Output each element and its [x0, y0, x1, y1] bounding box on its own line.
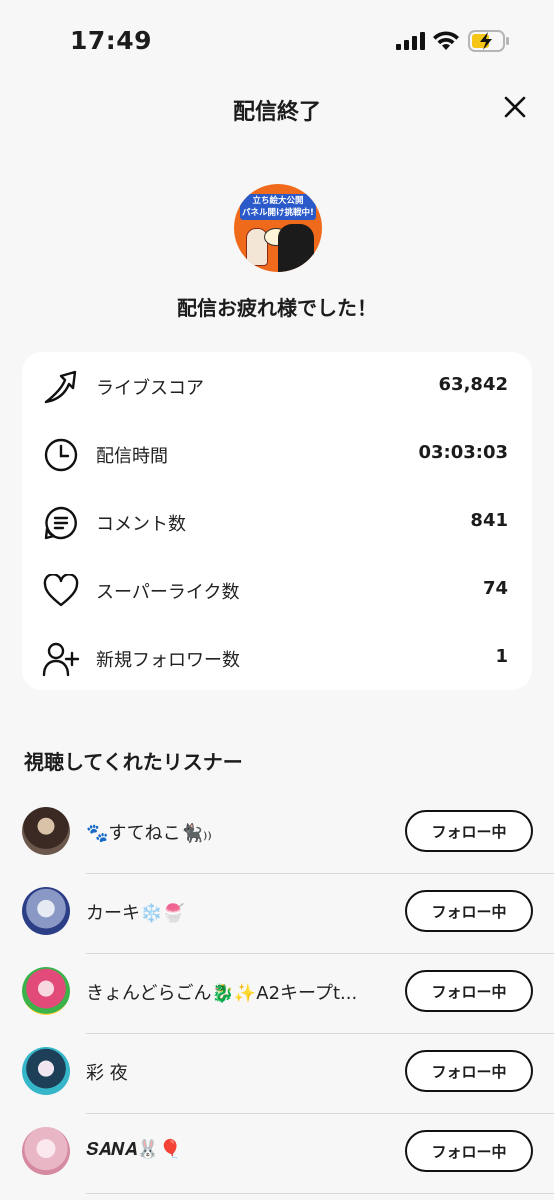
stat-row-stream-time: 配信時間 03:03:03 — [22, 420, 532, 488]
clock-icon — [42, 436, 80, 474]
stat-value: 1 — [495, 646, 508, 667]
status-time: 17:49 — [70, 26, 153, 55]
following-button[interactable]: フォロー中 — [405, 970, 533, 1012]
thumbnail-text-line1: 立ち絵大公開 — [252, 196, 304, 206]
avatar[interactable] — [22, 967, 70, 1015]
comment-icon — [42, 504, 80, 542]
stat-row-super-likes: スーパーライク数 74 — [22, 556, 532, 624]
listener-row[interactable]: 🐾すてねこ🐈‍⬛₎₎ フォロー中 — [0, 794, 554, 874]
thumbnail-silhouette — [278, 224, 314, 272]
heart-icon — [42, 572, 80, 610]
stat-label: スーパーライク数 — [96, 582, 240, 603]
listener-row[interactable]: きょんどらごん🐉✨A2キープt... フォロー中 — [0, 954, 554, 1034]
avatar[interactable] — [22, 1047, 70, 1095]
wifi-icon — [433, 31, 459, 50]
stat-value: 03:03:03 — [418, 442, 508, 463]
stat-value: 74 — [482, 578, 508, 599]
stat-row-comments: コメント数 841 — [22, 488, 532, 556]
live-score-icon — [42, 368, 80, 406]
listeners-section-title: 視聴してくれたリスナー — [24, 750, 243, 774]
add-user-icon — [42, 640, 80, 678]
listener-name[interactable]: 🐾すてねこ🐈‍⬛₎₎ — [86, 819, 212, 845]
stats-card: ライブスコア 63,842 配信時間 03:03:03 コメント数 841 スー… — [22, 352, 532, 690]
avatar[interactable] — [22, 807, 70, 855]
following-button[interactable]: フォロー中 — [405, 1050, 533, 1092]
following-button[interactable]: フォロー中 — [405, 890, 533, 932]
stat-label: 新規フォロワー数 — [96, 650, 240, 671]
stat-row-new-followers: 新規フォロワー数 1 — [22, 624, 532, 692]
divider — [86, 1193, 554, 1194]
listener-name[interactable]: きょんどらごん🐉✨A2キープt... — [86, 979, 357, 1005]
avatar[interactable] — [22, 887, 70, 935]
avatar[interactable] — [22, 1127, 70, 1175]
following-button[interactable]: フォロー中 — [405, 810, 533, 852]
listener-name[interactable]: 彩 夜 — [86, 1059, 128, 1085]
listener-name[interactable]: カーキ❄️🍧 — [86, 899, 185, 925]
stat-label: コメント数 — [96, 514, 186, 535]
stat-value: 63,842 — [438, 374, 508, 395]
listener-row[interactable]: 𝑺𝑨𝑵𝑨🐰🎈 フォロー中 — [0, 1114, 554, 1194]
thumbnail-text-line2: パネル開け挑戦中! — [242, 208, 314, 218]
listener-name[interactable]: 𝑺𝑨𝑵𝑨🐰🎈 — [86, 1139, 182, 1160]
following-button[interactable]: フォロー中 — [405, 1130, 533, 1172]
listener-row[interactable]: 彩 夜 フォロー中 — [0, 1034, 554, 1114]
cellular-signal-icon — [396, 32, 425, 50]
thanks-message: 配信お疲れ様でした！ — [177, 296, 377, 320]
stat-value: 841 — [470, 510, 508, 531]
stream-thumbnail: 立ち絵大公開 パネル開け挑戦中! — [234, 184, 322, 272]
listener-row[interactable]: カーキ❄️🍧 フォロー中 — [0, 874, 554, 954]
close-icon — [504, 96, 526, 118]
stat-row-live-score: ライブスコア 63,842 — [22, 352, 532, 420]
status-bar: 17:49 — [0, 0, 554, 84]
battery-charging-icon — [468, 30, 509, 52]
stat-label: ライブスコア — [96, 378, 204, 399]
close-button[interactable] — [498, 90, 532, 124]
stat-label: 配信時間 — [96, 446, 168, 467]
page-title: 配信終了 — [232, 100, 321, 125]
